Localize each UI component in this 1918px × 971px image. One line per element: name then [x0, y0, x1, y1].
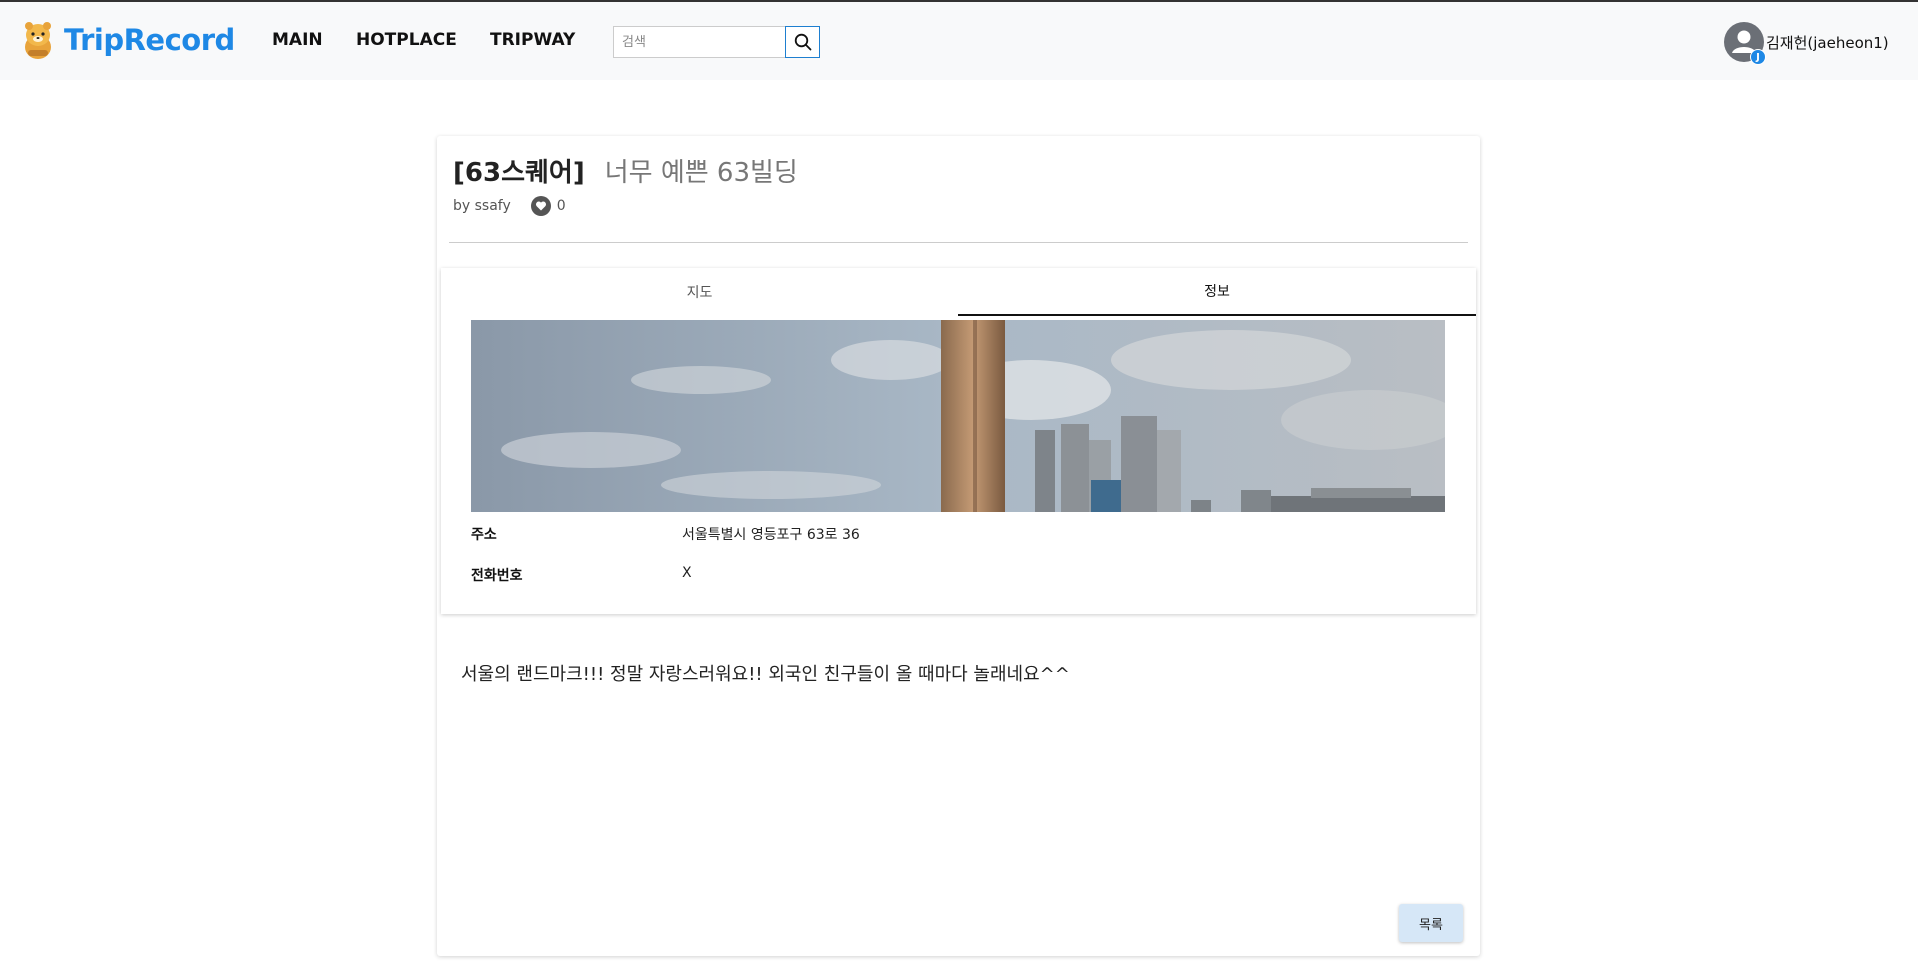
address-label: 주소	[471, 527, 497, 543]
tab-info[interactable]: 정보	[958, 268, 1476, 316]
logo[interactable]: TripRecord	[20, 20, 235, 60]
post-content: 서울의 랜드마크!!! 정말 자랑스러워요!! 외국인 친구들이 올 때마다 놀…	[461, 664, 1070, 685]
post-subtitle: 너무 예쁜 63빌딩	[604, 158, 798, 188]
search-input[interactable]	[613, 26, 785, 58]
address-value: 서울특별시 영등포구 63로 36	[682, 527, 860, 543]
avatar[interactable]: J	[1724, 22, 1766, 65]
top-navbar: TripRecord MAIN HOTPLACE TRIPWAY J 김재헌(j…	[0, 0, 1918, 80]
heart-icon	[535, 201, 546, 211]
user-menu[interactable]: J 김재헌(jaeheon1)	[1724, 22, 1889, 65]
building-photo	[471, 320, 1445, 512]
place-photo	[471, 320, 1445, 512]
user-initial-badge: J	[1750, 49, 1766, 65]
logo-text: TripRecord	[64, 23, 235, 57]
like-count: 0	[556, 198, 566, 214]
post-card: [63스퀘어] 너무 예쁜 63빌딩 by ssafy 0 지도 정보 주소 서…	[437, 136, 1480, 956]
nav-main[interactable]: MAIN	[272, 30, 323, 50]
mascot-logo-icon	[25, 22, 51, 59]
user-name[interactable]: 김재헌(jaeheon1)	[1766, 32, 1889, 53]
search-bar	[613, 26, 820, 58]
post-title: [63스퀘어]	[453, 158, 585, 188]
phone-label: 전화번호	[471, 568, 523, 584]
search-icon	[794, 33, 811, 51]
search-button[interactable]	[785, 26, 820, 58]
post-author: by ssafy	[453, 198, 511, 214]
tab-map[interactable]: 지도	[441, 268, 958, 316]
list-button[interactable]: 목록	[1399, 904, 1463, 942]
nav-hotplace[interactable]: HOTPLACE	[356, 30, 457, 50]
phone-value: X	[682, 565, 692, 581]
nav-tripway[interactable]: TRIPWAY	[490, 30, 575, 50]
post-meta: by ssafy 0	[453, 196, 566, 216]
post-title-row: [63스퀘어] 너무 예쁜 63빌딩	[453, 152, 798, 189]
like-button[interactable]	[530, 196, 551, 216]
divider	[449, 242, 1468, 243]
place-detail-panel: 지도 정보 주소 서울특별시 영등포구 63로 36 전화번호 X	[441, 268, 1476, 614]
